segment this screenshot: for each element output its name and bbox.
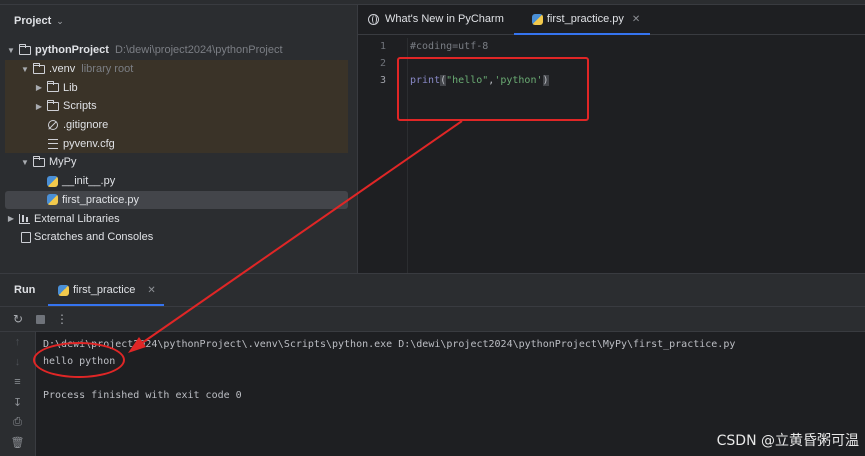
project-tree: ▼ pythonProject D:\dewi\project2024\pyth… <box>5 41 348 247</box>
folder-icon <box>33 62 45 74</box>
tree-item-label: External Libraries <box>34 212 120 225</box>
scroll-to-end-icon[interactable]: ↧ <box>0 392 35 412</box>
tree-item-lib[interactable]: ▶ Lib <box>5 78 348 98</box>
tree-item-mypy[interactable]: ▼ MyPy <box>5 153 348 172</box>
folder-icon <box>47 81 59 93</box>
line-number: 1 <box>379 41 386 52</box>
tree-item-label: .gitignore <box>63 119 109 132</box>
chevron-down-icon[interactable]: ▼ <box>5 46 17 55</box>
project-header[interactable]: Project ⌄ <box>0 5 357 37</box>
ignored-file-icon <box>48 120 58 131</box>
python-file-icon <box>47 194 58 206</box>
annotation-box-code <box>397 57 589 121</box>
run-header: Run first_practice ✕ <box>0 274 865 306</box>
package-folder-icon <box>33 155 45 167</box>
chevron-down-icon[interactable]: ▼ <box>19 158 31 167</box>
project-tool-window: Project ⌄ ▼ pythonProject D:\dewi\projec… <box>0 5 357 273</box>
watermark-text: CSDN @立黄昏粥可温 <box>716 433 859 449</box>
tree-item-label: pyvenv.cfg <box>63 137 115 150</box>
chevron-right-icon[interactable]: ▶ <box>5 214 17 223</box>
soft-wrap-icon[interactable]: ≡ <box>0 372 35 392</box>
folder-icon <box>47 99 59 111</box>
chevron-down-icon[interactable]: ⌄ <box>56 16 64 27</box>
run-tab-label: first_practice <box>73 284 136 296</box>
tree-item-pyvenv-cfg[interactable]: pyvenv.cfg <box>5 134 348 154</box>
tree-item-scratches[interactable]: Scratches and Consoles <box>5 228 348 247</box>
tree-item-label: MyPy <box>49 156 77 169</box>
tree-item-label: __init__.py <box>62 175 116 188</box>
annotation-ellipse-output <box>33 342 125 378</box>
scratches-icon <box>21 231 31 243</box>
tree-item-init-py[interactable]: __init__.py <box>5 172 348 191</box>
run-title: Run <box>14 284 36 296</box>
console-side-toolbar: ↑ ↓ ≡ ↧ ⎙ 🗑 <box>0 332 36 456</box>
tree-item-label: Scripts <box>63 100 97 113</box>
python-file-icon <box>47 175 58 187</box>
tree-item-label: Lib <box>63 81 78 94</box>
run-toolbar: ↻ ⋮ <box>0 306 865 332</box>
close-icon[interactable]: ✕ <box>632 14 640 25</box>
trash-icon[interactable]: 🗑 <box>0 432 35 452</box>
tab-first-practice[interactable]: first_practice.py ✕ <box>513 4 651 35</box>
tree-item-scripts[interactable]: ▶ Scripts <box>5 97 348 116</box>
tree-item-venv[interactable]: ▼ .venv library root <box>5 59 348 79</box>
tree-item-label: first_practice.py <box>62 193 140 206</box>
text-file-icon <box>48 138 58 149</box>
stop-icon[interactable] <box>31 310 49 328</box>
code-line: #coding=utf-8 <box>410 41 489 52</box>
tree-item-label: pythonProject <box>35 44 109 57</box>
folder-icon <box>19 43 31 55</box>
console-output[interactable]: D:\dewi\project2024\pythonProject\.venv\… <box>43 336 735 404</box>
close-icon[interactable]: ✕ <box>147 285 155 296</box>
tree-item-label: Scratches and Consoles <box>34 231 154 244</box>
globe-icon <box>368 13 379 25</box>
run-tab-first-practice[interactable]: first_practice ✕ <box>48 274 164 306</box>
tree-item-path: D:\dewi\project2024\pythonProject <box>114 44 283 57</box>
more-options-icon[interactable]: ⋮ <box>53 310 71 328</box>
chevron-right-icon[interactable]: ▶ <box>33 83 45 92</box>
tree-item-external-libraries[interactable]: ▶ External Libraries <box>5 209 348 228</box>
chevron-right-icon[interactable]: ▶ <box>33 102 45 111</box>
tree-item-gitignore[interactable]: .gitignore <box>5 115 348 135</box>
python-file-icon <box>58 284 69 296</box>
editor-tabs: What's New in PyCharm first_practice.py … <box>358 5 865 35</box>
console-line: D:\dewi\project2024\pythonProject\.venv\… <box>43 339 736 350</box>
console-line: Process finished with exit code 0 <box>43 390 242 401</box>
tab-label: first_practice.py <box>546 13 624 25</box>
editor-area: What's New in PyCharm first_practice.py … <box>357 5 865 273</box>
chevron-down-icon[interactable]: ▼ <box>19 65 31 74</box>
project-title: Project <box>14 15 52 27</box>
tree-item-pythonproject[interactable]: ▼ pythonProject D:\dewi\project2024\pyth… <box>5 41 348 60</box>
rerun-icon[interactable]: ↻ <box>9 310 27 328</box>
library-icon <box>19 213 30 224</box>
run-tool-window: Run first_practice ✕ ↻ ⋮ ↑ ↓ ≡ ↧ ⎙ 🗑 D:\… <box>0 273 865 456</box>
print-icon[interactable]: ⎙ <box>0 412 35 432</box>
tree-item-first-practice-py[interactable]: first_practice.py <box>5 190 348 210</box>
arrow-up-icon[interactable]: ↑ <box>0 332 35 352</box>
arrow-down-icon[interactable]: ↓ <box>0 352 35 372</box>
console-line: hello python <box>43 356 116 367</box>
tab-label: What's New in PyCharm <box>385 13 504 25</box>
tree-item-hint: library root <box>81 63 134 76</box>
python-file-icon <box>531 13 543 25</box>
tab-whats-new[interactable]: What's New in PyCharm <box>358 4 514 34</box>
tree-item-label: .venv <box>49 63 76 76</box>
